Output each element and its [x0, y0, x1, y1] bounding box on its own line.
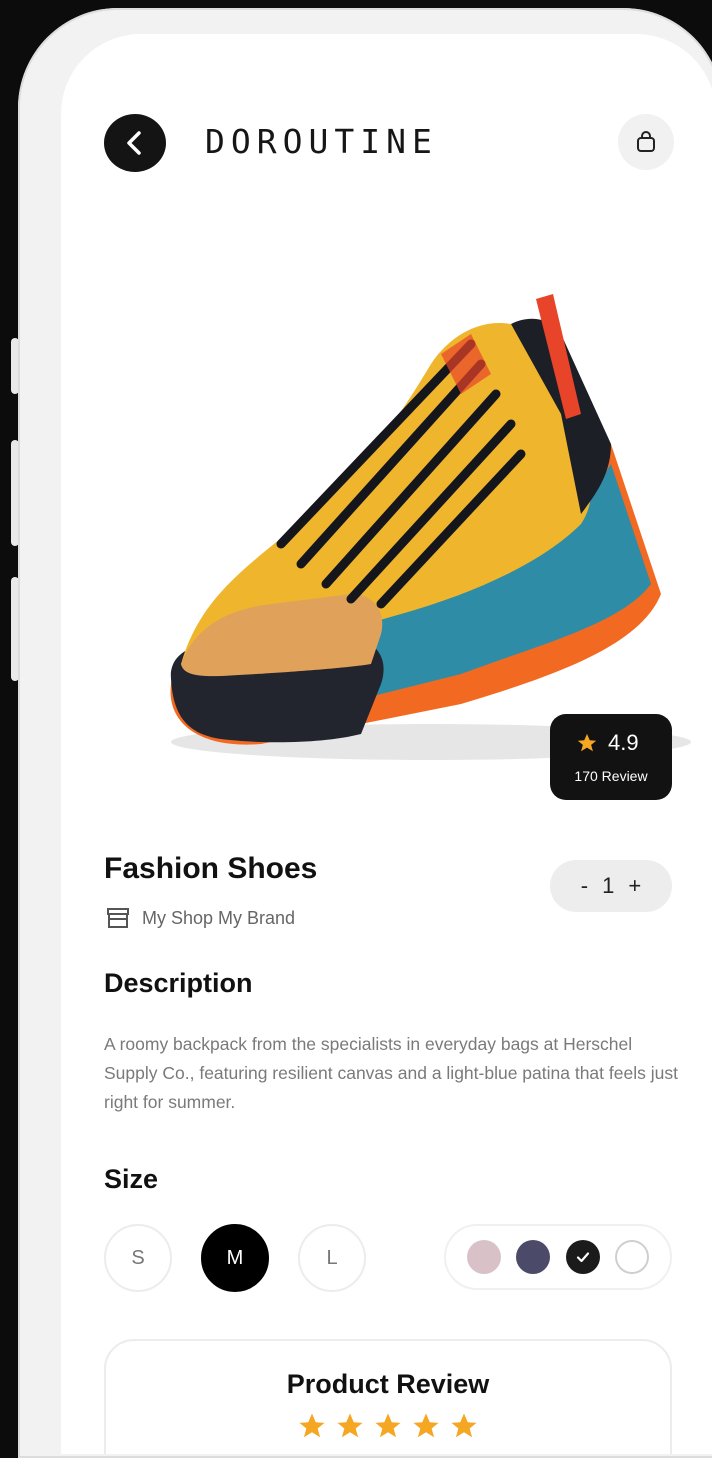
star-icon [451, 1413, 477, 1438]
size-option-m[interactable]: M [201, 1224, 269, 1292]
color-swatch-white[interactable] [614, 1240, 649, 1274]
color-swatch-slate[interactable] [516, 1240, 551, 1274]
product-shoe-image [170, 294, 691, 760]
star-icon [413, 1413, 439, 1438]
star-icon [299, 1413, 325, 1438]
shop-name: My Shop My Brand [142, 907, 296, 928]
shopping-bag-icon [637, 131, 655, 152]
star-icon [337, 1413, 363, 1438]
size-heading: Size [104, 1164, 159, 1194]
rating-value: 4.9 [608, 730, 639, 755]
color-swatch-black[interactable] [565, 1240, 600, 1274]
size-option-s[interactable]: S [104, 1224, 172, 1292]
chevron-left-icon [127, 131, 141, 155]
description-heading: Description [104, 968, 253, 998]
shop-link[interactable]: My Shop My Brand [106, 907, 295, 929]
back-button[interactable] [104, 114, 166, 172]
product-review-card: Product Review [104, 1339, 672, 1454]
quantity-increment-button[interactable]: + [628, 873, 641, 899]
color-swatch-pink[interactable] [467, 1240, 502, 1274]
cart-button[interactable] [618, 114, 674, 170]
quantity-stepper: - 1 + [550, 860, 672, 912]
star-icon [375, 1413, 401, 1438]
review-heading: Product Review [286, 1369, 490, 1399]
description-text: A roomy backpack from the specialists in… [104, 1034, 678, 1112]
color-picker [444, 1224, 672, 1290]
product-screen: DOROUTINE 4.9 170 Review Fashion Shoes M… [61, 34, 712, 1454]
review-count: 170 Review [574, 768, 648, 784]
product-title: Fashion Shoes [104, 852, 318, 885]
quantity-value: 1 [602, 873, 615, 898]
review-stars [106, 1411, 670, 1441]
store-icon [107, 908, 129, 928]
quantity-decrement-button[interactable]: - [581, 873, 588, 899]
phone-frame: DOROUTINE 4.9 170 Review Fashion Shoes M… [18, 8, 712, 1458]
checkmark-icon [576, 1252, 589, 1263]
brand-logo: DOROUTINE [205, 122, 438, 161]
rating-badge: 4.9 170 Review [550, 714, 672, 800]
size-option-l[interactable]: L [298, 1224, 366, 1292]
star-icon [577, 733, 597, 752]
